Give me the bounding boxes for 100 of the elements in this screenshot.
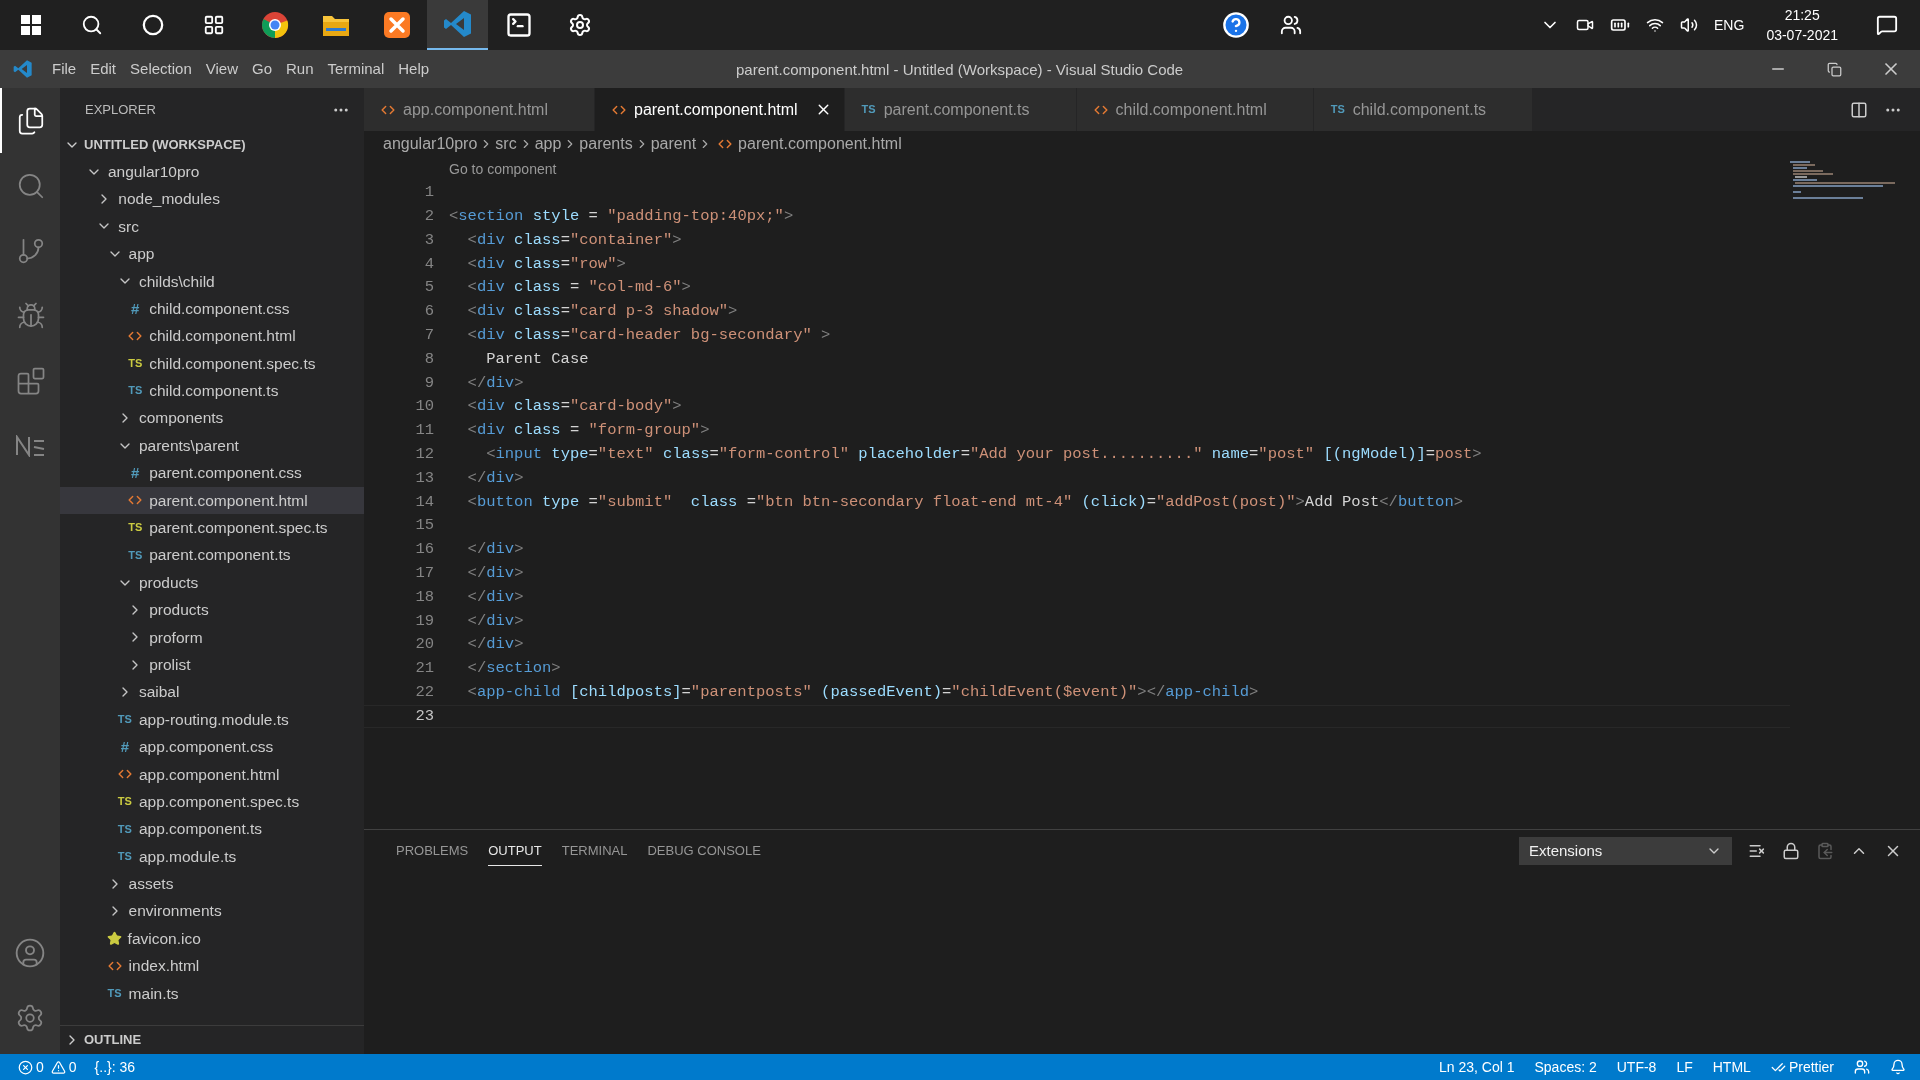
tree-folder[interactable]: prolist bbox=[60, 651, 364, 679]
cursor-position[interactable]: Ln 23, Col 1 bbox=[1438, 1056, 1515, 1078]
line-number: 22 bbox=[414, 682, 434, 703]
tree-folder[interactable]: products bbox=[60, 596, 364, 624]
clear-output-icon[interactable] bbox=[1748, 842, 1766, 860]
breadcrumb-item[interactable]: parent.component.html bbox=[738, 132, 902, 156]
indentation-indicator[interactable]: Spaces: 2 bbox=[1534, 1056, 1597, 1078]
tree-entry[interactable]: TS child.component.spec.ts bbox=[60, 349, 364, 378]
tree-entry[interactable]: parent.component.html bbox=[60, 486, 364, 515]
channel-dropdown[interactable]: Extensions bbox=[1519, 837, 1732, 865]
code-line: <div class="container"> bbox=[466, 229, 682, 251]
panel-tab[interactable]: OUTPUT bbox=[488, 836, 542, 866]
tree-entry[interactable]: TS app.component.spec.ts bbox=[60, 788, 364, 816]
line-ending-indicator[interactable]: LF bbox=[1676, 1056, 1693, 1078]
tree-entry[interactable]: TS app.component.ts bbox=[60, 815, 364, 843]
line-number: 7 bbox=[423, 325, 434, 347]
lock-icon[interactable] bbox=[1782, 842, 1800, 860]
sidebar-title: EXPLORER bbox=[85, 100, 156, 119]
tree-entry[interactable]: child.component.html bbox=[60, 322, 364, 350]
editor-tab[interactable]: child.component.html bbox=[1076, 88, 1314, 131]
language-mode[interactable]: HTML bbox=[1712, 1056, 1751, 1078]
code-line: </div> bbox=[466, 586, 524, 608]
clock-time[interactable]: 21:25 bbox=[1784, 5, 1820, 25]
account-icon[interactable] bbox=[14, 936, 46, 969]
ts-file-icon: TS bbox=[1329, 101, 1346, 118]
code-line: Parent Case bbox=[485, 348, 589, 370]
tree-folder[interactable]: src bbox=[60, 212, 364, 241]
tree-folder[interactable]: node_modules bbox=[60, 185, 364, 213]
line-number: 9 bbox=[423, 372, 434, 394]
breadcrumb-item[interactable]: src bbox=[495, 132, 517, 156]
tree-folder[interactable]: saibal bbox=[60, 678, 364, 706]
tree-folder[interactable]: components bbox=[60, 404, 364, 432]
tree-folder[interactable]: assets bbox=[60, 870, 364, 898]
tree-entry[interactable]: TS parent.component.spec.ts bbox=[60, 514, 364, 542]
tree-entry[interactable]: TS app.module.ts bbox=[60, 842, 364, 871]
menu-item[interactable]: Go bbox=[245, 50, 279, 88]
workspace-header[interactable]: UNTITLED (WORKSPACE) bbox=[60, 131, 364, 158]
restore-icon[interactable] bbox=[1826, 61, 1842, 77]
breadcrumb-item[interactable]: parent bbox=[650, 132, 697, 156]
tree-folder[interactable]: proform bbox=[60, 623, 364, 652]
wifi-icon[interactable] bbox=[1646, 16, 1665, 34]
editor-tab[interactable]: parent.component.html bbox=[595, 88, 845, 131]
codelens-link[interactable]: Go to component bbox=[449, 158, 557, 180]
tree-entry[interactable]: app.component.html bbox=[60, 760, 364, 788]
breadcrumb-item[interactable]: app bbox=[534, 132, 562, 156]
editor-tab[interactable]: TS child.component.ts bbox=[1313, 88, 1534, 131]
split-editor-icon[interactable] bbox=[1850, 100, 1868, 119]
menu-item[interactable]: Selection bbox=[123, 50, 199, 88]
menu-item[interactable]: File bbox=[45, 50, 84, 88]
tree-entry[interactable]: TS child.component.ts bbox=[60, 377, 364, 405]
panel-tab[interactable]: PROBLEMS bbox=[396, 836, 469, 866]
feedback-icon[interactable] bbox=[1854, 1059, 1870, 1075]
problems-indicator[interactable]: 0 0 bbox=[18, 1056, 77, 1078]
line-number: 14 bbox=[414, 491, 434, 513]
people-icon[interactable] bbox=[1280, 14, 1302, 36]
tree-folder[interactable]: app bbox=[60, 240, 364, 268]
tree-folder[interactable]: childs\child bbox=[60, 267, 364, 295]
tree-entry[interactable]: favicon.ico bbox=[60, 924, 364, 953]
tree-entry[interactable]: TS parent.component.ts bbox=[60, 541, 364, 569]
menu-item[interactable]: View bbox=[198, 50, 245, 88]
tree-folder[interactable]: products bbox=[60, 568, 364, 597]
tree-entry[interactable]: # parent.component.css bbox=[60, 459, 364, 487]
tree-folder[interactable]: angular10pro bbox=[60, 158, 364, 186]
formatter-indicator[interactable]: Prettier bbox=[1770, 1056, 1834, 1078]
line-number: 6 bbox=[423, 301, 434, 323]
help-icon[interactable] bbox=[1222, 11, 1250, 39]
code-line: </div> bbox=[466, 563, 524, 584]
editor-tab[interactable]: app.component.html bbox=[364, 88, 595, 131]
bell-icon[interactable] bbox=[1890, 1059, 1906, 1075]
breadcrumb-item[interactable]: parents bbox=[579, 132, 633, 156]
tree-entry[interactable]: # app.component.css bbox=[60, 733, 364, 761]
language-indicator[interactable]: ENG bbox=[1714, 14, 1745, 36]
line-number: 15 bbox=[414, 515, 434, 537]
line-number: 17 bbox=[414, 563, 434, 584]
breadcrumb-item[interactable]: angular10pro bbox=[383, 132, 478, 156]
menu-item[interactable]: Edit bbox=[83, 50, 124, 88]
volume-icon[interactable] bbox=[1680, 16, 1699, 34]
tree-entry[interactable]: TS app-routing.module.ts bbox=[60, 705, 364, 734]
menu-item[interactable]: Run bbox=[279, 50, 321, 88]
clock-date[interactable]: 03-07-2021 bbox=[1766, 25, 1838, 45]
notification-icon[interactable] bbox=[1876, 14, 1898, 36]
editor-tab[interactable]: TS parent.component.ts bbox=[844, 88, 1077, 131]
symbols-indicator[interactable]: {..}: 36 bbox=[94, 1056, 136, 1078]
line-number: 4 bbox=[423, 253, 434, 275]
panel-tab[interactable]: TERMINAL bbox=[561, 836, 628, 866]
menu-item[interactable]: Help bbox=[391, 50, 437, 88]
tree-entry[interactable]: # child.component.css bbox=[60, 294, 364, 323]
code-line: <input type="text" class="form-control" placeholder="Add your post.........." name="post" [(ngModel)]=post> bbox=[485, 444, 1482, 466]
tree-entry[interactable]: index.html bbox=[60, 952, 364, 980]
panel-tab[interactable]: DEBUG CONSOLE bbox=[647, 836, 761, 866]
ts-file-icon: TS bbox=[116, 850, 133, 862]
copy-icon[interactable] bbox=[1816, 842, 1834, 860]
settings-icon[interactable] bbox=[15, 1002, 45, 1033]
line-number: 21 bbox=[414, 658, 434, 680]
tree-entry[interactable]: TS main.ts bbox=[60, 979, 364, 1008]
tree-folder[interactable]: parents\parent bbox=[60, 431, 364, 460]
encoding-indicator[interactable]: UTF-8 bbox=[1616, 1056, 1657, 1078]
tree-folder[interactable]: environments bbox=[60, 897, 364, 925]
extensions-icon bbox=[16, 365, 46, 396]
menu-item[interactable]: Terminal bbox=[320, 50, 392, 88]
